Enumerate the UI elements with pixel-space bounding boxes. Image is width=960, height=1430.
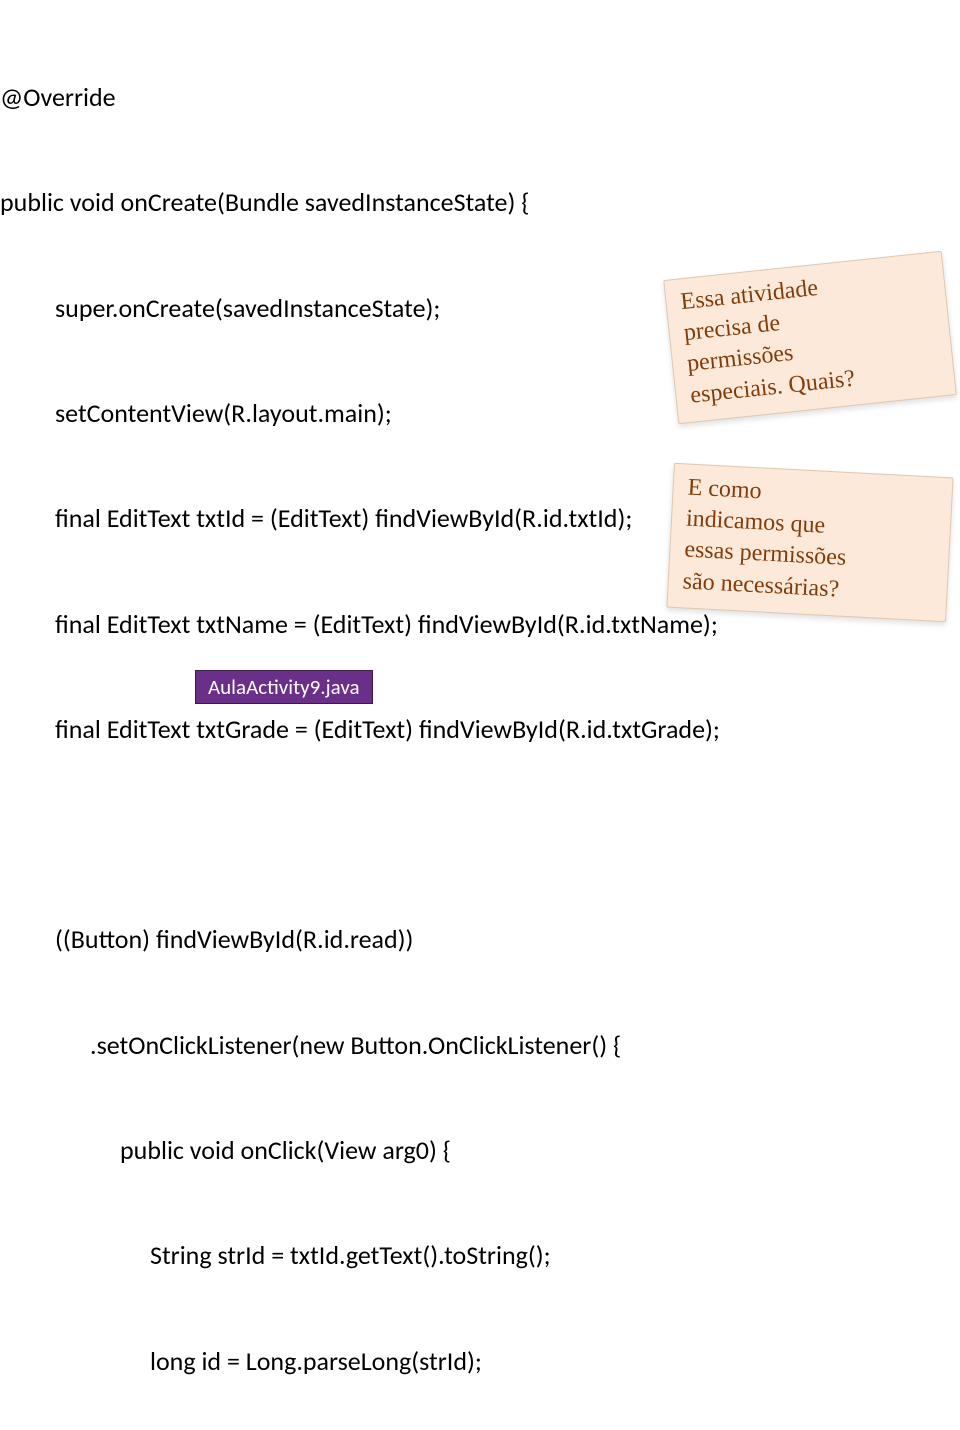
code-line: long id = Long.parseLong(strId); (0, 1344, 720, 1379)
code-line: super.onCreate(savedInstanceState); (0, 291, 720, 326)
code-line: setContentView(R.layout.main); (0, 396, 720, 431)
code-line: ((Button) findViewById(R.id.read)) (0, 922, 720, 957)
code-line: final EditText txtName = (EditText) find… (0, 607, 720, 642)
code-line: final EditText txtId = (EditText) findVi… (0, 501, 720, 536)
sticky-note-how-to-indicate: E como indicamos que essas permissões sã… (666, 463, 953, 622)
file-name-label: AulaActivity9.java (195, 670, 373, 704)
code-line: @Override (0, 80, 720, 115)
code-line: public void onClick(View arg0) { (0, 1133, 720, 1168)
code-line: .setOnClickListener(new Button.OnClickLi… (0, 1028, 720, 1063)
code-line: String strId = txtId.getText().toString(… (0, 1238, 720, 1273)
code-line: final EditText txtGrade = (EditText) fin… (0, 712, 720, 747)
code-block: @Override public void onCreate(Bundle sa… (0, 10, 720, 1430)
sticky-note-permissions-question: Essa atividade precisa de permissões esp… (663, 251, 957, 424)
code-line: public void onCreate(Bundle savedInstanc… (0, 185, 720, 220)
